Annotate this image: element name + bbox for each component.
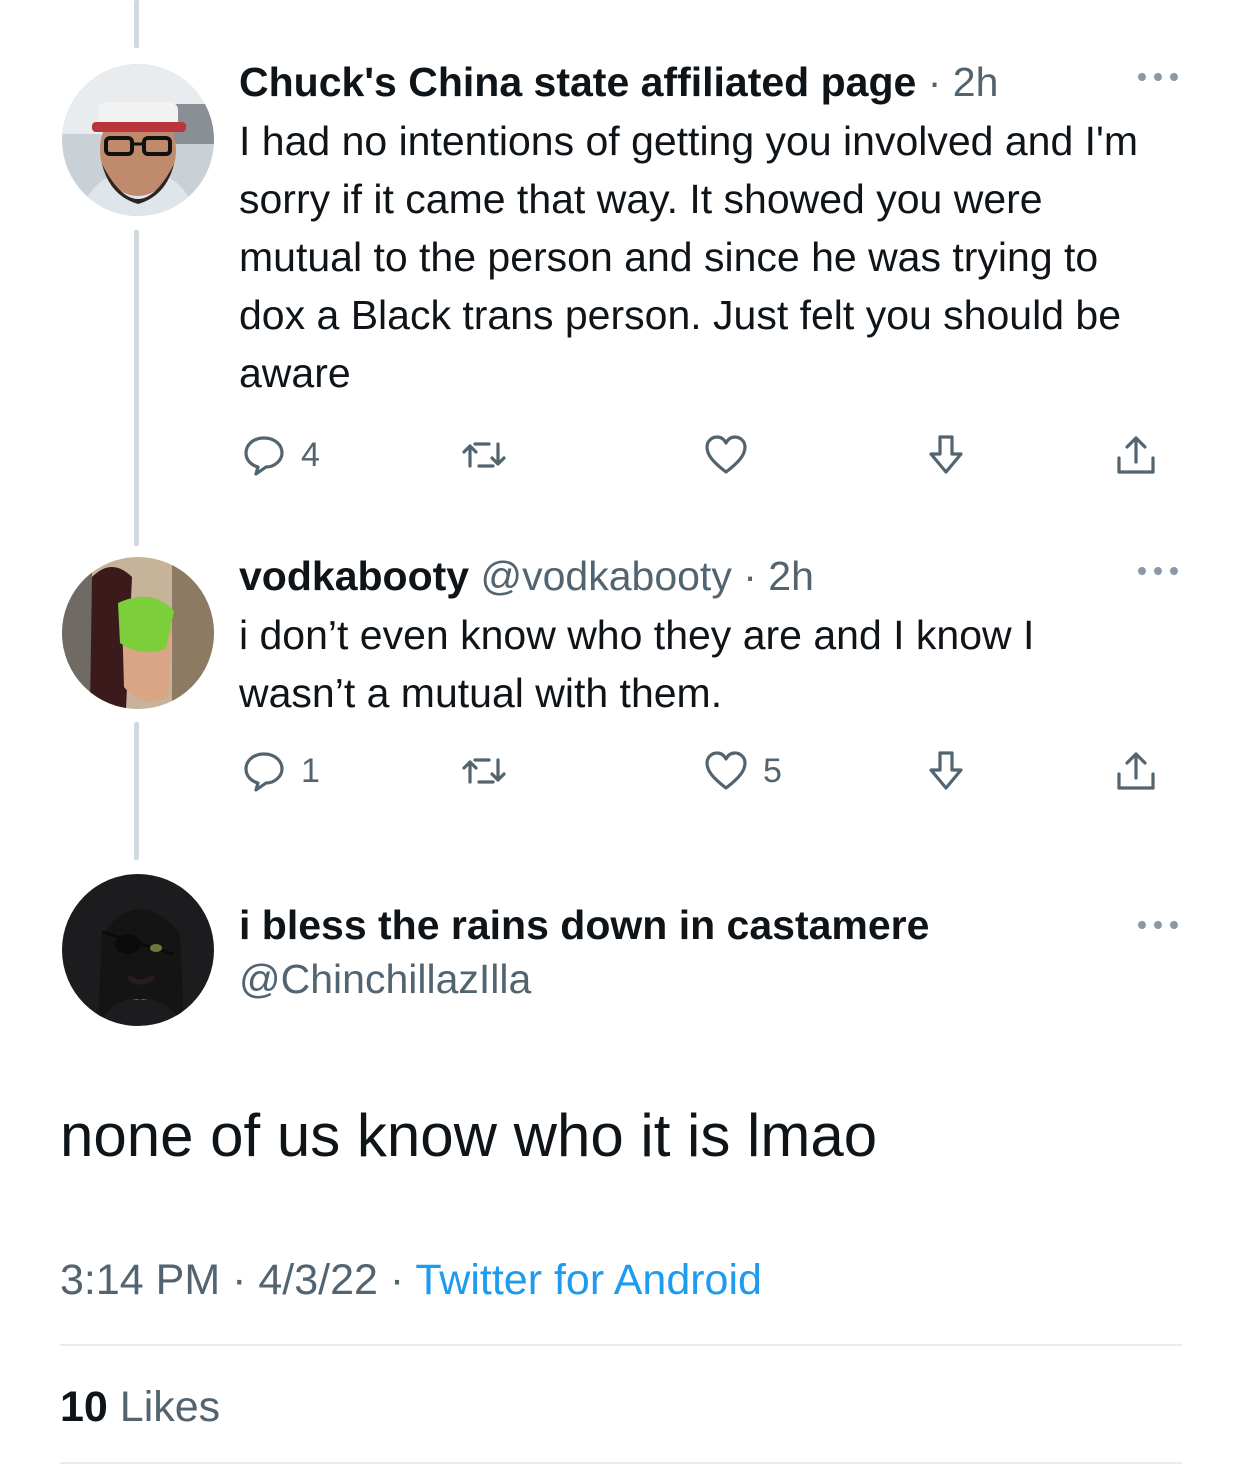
- retweet-icon: [462, 442, 506, 468]
- display-name[interactable]: vodkabooty: [239, 553, 469, 599]
- thread-line: [134, 230, 139, 546]
- tweet-actions: 1 5: [239, 746, 1169, 796]
- tweet-metadata: 3:14 PM · 4/3/22 · Twitter for Android: [60, 1252, 762, 1308]
- divider: [60, 1344, 1182, 1346]
- more-options-icon[interactable]: [1134, 62, 1182, 92]
- share-button[interactable]: [1113, 430, 1159, 480]
- reply-count: 1: [301, 751, 320, 790]
- retweet-button[interactable]: [461, 430, 521, 480]
- share-button[interactable]: [1113, 746, 1159, 796]
- like-button[interactable]: 5: [703, 746, 782, 796]
- reply-button[interactable]: 4: [241, 430, 320, 480]
- tweet-time[interactable]: 3:14 PM: [60, 1256, 220, 1304]
- focused-tweet-text: none of us know who it is lmao: [60, 1102, 878, 1169]
- timestamp[interactable]: 2h: [953, 59, 999, 105]
- more-options-icon[interactable]: [1134, 910, 1182, 940]
- tweet[interactable]: Chuck's China state affiliated page · 2h…: [239, 58, 1182, 402]
- retweet-icon: [462, 758, 506, 784]
- tweet-text: i don’t even know who they are and I kno…: [239, 612, 1035, 716]
- thread-line: [134, 722, 139, 860]
- likes-count: 10: [60, 1383, 108, 1431]
- thread-line: [134, 0, 139, 48]
- reply-icon: [244, 436, 284, 476]
- share-icon: [1117, 436, 1155, 474]
- more-options-icon[interactable]: [1134, 556, 1182, 586]
- time-separator: ·: [743, 553, 757, 599]
- heart-icon: [705, 435, 747, 474]
- user-handle[interactable]: @ChinchillazIlla: [239, 952, 1182, 1006]
- display-name[interactable]: i bless the rains down in castamere: [239, 898, 1182, 952]
- tweet-actions: 4: [239, 430, 1169, 480]
- bookmark-button[interactable]: [923, 430, 969, 480]
- avatar[interactable]: [62, 557, 214, 709]
- reply-count: 4: [301, 435, 320, 474]
- divider: [60, 1462, 1182, 1464]
- timestamp[interactable]: 2h: [768, 553, 814, 599]
- like-count: 5: [763, 751, 782, 790]
- download-arrow-icon: [929, 751, 963, 790]
- focused-tweet-header[interactable]: i bless the rains down in castamere @Chi…: [239, 898, 1182, 1006]
- like-button[interactable]: [703, 430, 763, 480]
- bookmark-button[interactable]: [923, 746, 969, 796]
- user-avatar-chuck-icon: [62, 64, 214, 216]
- user-avatar-vodkabooty-icon: [62, 557, 214, 709]
- avatar[interactable]: [62, 874, 214, 1026]
- retweet-button[interactable]: [461, 746, 521, 796]
- tweet[interactable]: vodkabooty @vodkabooty · 2h i don’t even…: [239, 552, 1182, 722]
- time-separator: ·: [927, 59, 942, 105]
- avatar[interactable]: [62, 64, 214, 216]
- heart-icon: [705, 751, 747, 790]
- user-handle[interactable]: @vodkabooty: [481, 553, 732, 599]
- display-name[interactable]: Chuck's China state affiliated page: [239, 59, 916, 105]
- reply-icon: [244, 752, 284, 792]
- meta-separator: ·: [389, 1256, 405, 1304]
- tweet-source-link[interactable]: Twitter for Android: [415, 1256, 762, 1304]
- download-arrow-icon: [929, 435, 963, 474]
- tweet-header: Chuck's China state affiliated page · 2h: [239, 58, 1182, 106]
- tweet-header: vodkabooty @vodkabooty · 2h: [239, 552, 1182, 600]
- share-icon: [1117, 752, 1155, 790]
- likes-summary[interactable]: 10 Likes: [60, 1382, 220, 1432]
- reply-button[interactable]: 1: [241, 746, 320, 796]
- tweet-date[interactable]: 4/3/22: [258, 1256, 378, 1304]
- likes-label: Likes: [119, 1383, 221, 1431]
- tweet-text: I had no intentions of getting you invol…: [239, 118, 1139, 396]
- meta-separator: ·: [232, 1256, 247, 1304]
- user-avatar-chinchillazilla-icon: [62, 874, 214, 1026]
